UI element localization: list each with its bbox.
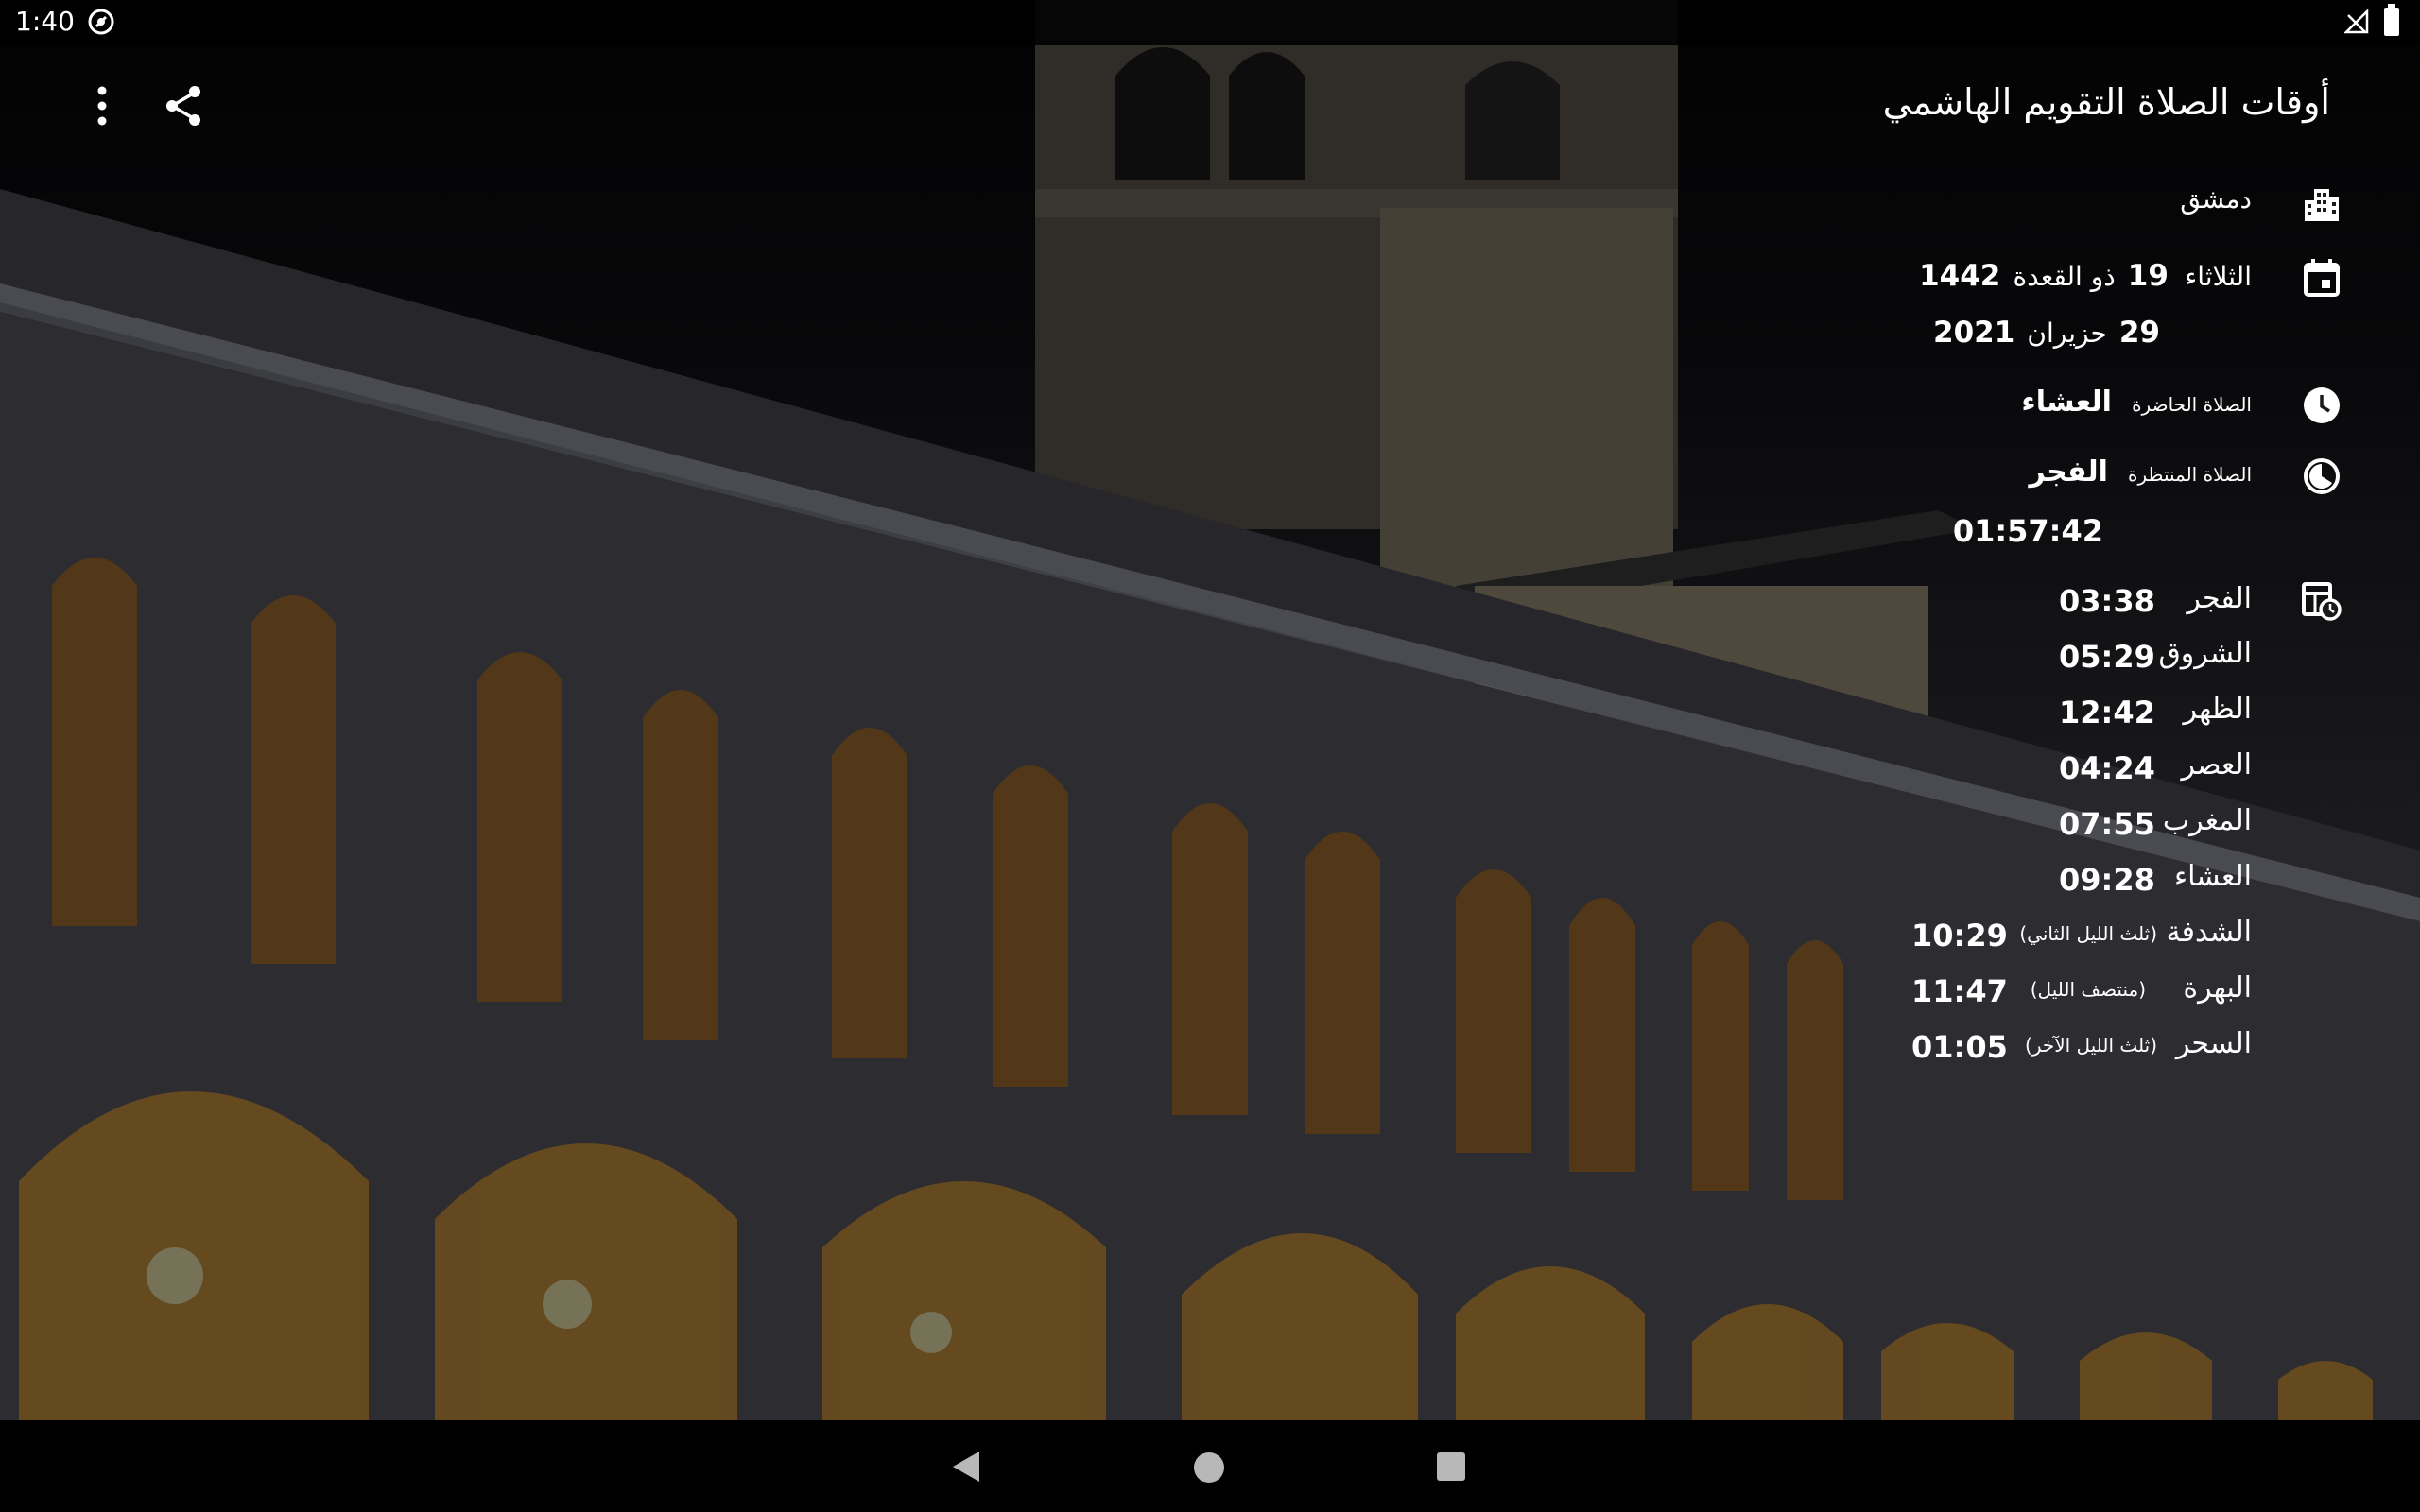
building-illustration xyxy=(0,0,2420,1420)
share-icon xyxy=(166,86,200,126)
city-icon xyxy=(2305,189,2339,221)
navigation-bar xyxy=(0,1420,2420,1512)
more-vert-icon xyxy=(97,86,107,126)
prayer-name-sunrise: الشروق xyxy=(2158,637,2252,670)
prayer-name-buhra: البهرة xyxy=(2183,971,2252,1005)
prayer-name-asr: العصر xyxy=(2181,748,2252,782)
prayer-name-suhur: السحر xyxy=(2175,1027,2252,1060)
next-prayer-name: الفجر xyxy=(2029,455,2108,489)
countdown: 01:57:42 xyxy=(1952,513,2103,549)
gregorian-day: 29 xyxy=(2118,316,2160,350)
background-photo xyxy=(0,0,2420,1420)
nav-home-button[interactable] xyxy=(1194,1452,1224,1483)
current-prayer-label: الصلاة الحاضرة xyxy=(2132,393,2252,416)
gregorian-month: حزيران xyxy=(2027,318,2107,349)
app-notification-icon xyxy=(88,9,114,35)
prayer-time-suhur: 01:05 xyxy=(1911,1029,2008,1065)
hijri-month: ذو القعدة xyxy=(2013,261,2116,292)
next-prayer-label: الصلاة المنتظرة xyxy=(2128,463,2252,486)
prayer-time-fajr: 03:38 xyxy=(2059,583,2155,619)
prayer-name-maghrib: المغرب xyxy=(2162,804,2252,837)
prayer-time-dhuhr: 12:42 xyxy=(2059,695,2155,730)
status-time: 1:40 xyxy=(15,6,75,37)
prayer-time-isha: 09:28 xyxy=(2059,862,2155,898)
hijri-day: 19 xyxy=(2127,259,2169,293)
battery-full-icon xyxy=(2384,4,2399,36)
prayer-time-shudfa: 10:29 xyxy=(1911,918,2008,954)
prayer-name-dhuhr: الظهر xyxy=(2183,693,2252,726)
current-prayer: الصلاة الحاضرة العشاء xyxy=(2021,386,2252,419)
hijri-date: الثلاثاء 19 ذو القعدة 1442 xyxy=(1919,259,2252,293)
prayer-time-asr: 04:24 xyxy=(2059,750,2155,786)
prayer-name-fajr: الفجر xyxy=(2187,582,2252,615)
prayer-time-maghrib: 07:55 xyxy=(2059,806,2155,842)
more-options-button[interactable] xyxy=(81,81,123,130)
clock-icon xyxy=(2304,387,2340,423)
gregorian-date: 29 حزيران 2021 xyxy=(1933,316,2160,350)
prayer-note-buhra: (منتصف الليل) xyxy=(2030,978,2146,1001)
app-title: أوقات الصلاة التقويم الهاشمي xyxy=(1882,81,2330,123)
gregorian-year: 2021 xyxy=(1933,316,2015,350)
nav-back-button[interactable] xyxy=(951,1450,981,1484)
calendar-icon xyxy=(2304,259,2340,297)
prayer-note-shudfa: (ثلث الليل الثاني) xyxy=(2019,922,2157,945)
prayer-time-sunrise: 05:29 xyxy=(2059,639,2155,675)
prayer-time-buhra: 11:47 xyxy=(1911,973,2008,1009)
signal-off-icon xyxy=(2344,9,2369,34)
back-triangle-icon xyxy=(953,1452,979,1482)
prayer-name-isha: العشاء xyxy=(2174,860,2252,893)
prayer-note-suhur: (ثلث الليل الآخر) xyxy=(2025,1034,2157,1057)
weekday: الثلاثاء xyxy=(2185,261,2252,292)
status-bar: 1:40 xyxy=(0,0,2420,45)
nav-recents-button[interactable] xyxy=(1437,1452,1465,1481)
hijri-year: 1442 xyxy=(1919,259,2001,293)
city-name: دمشق xyxy=(2180,183,2252,215)
schedule-table-icon xyxy=(2302,582,2342,621)
share-button[interactable] xyxy=(157,79,210,132)
prayer-name-shudfa: الشدفة xyxy=(2166,916,2252,949)
current-prayer-name: العشاء xyxy=(2021,386,2112,419)
timer-icon xyxy=(2304,458,2340,494)
next-prayer: الصلاة المنتظرة الفجر xyxy=(2030,455,2253,489)
